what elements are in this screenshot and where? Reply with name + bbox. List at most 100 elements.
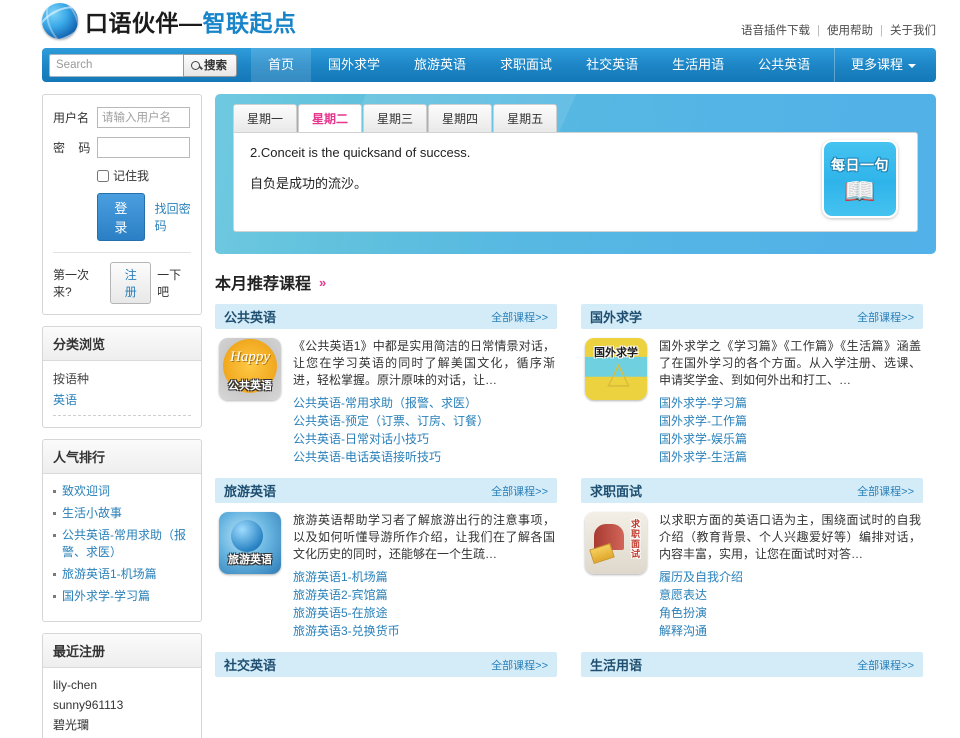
list-item[interactable]: 国外求学-学习篇 <box>53 588 191 605</box>
remember-me-label: 记住我 <box>113 169 150 183</box>
forgot-password-link[interactable]: 找回密码 <box>155 200 191 234</box>
popular-link-1[interactable]: 致欢迎词 <box>62 484 110 498</box>
login-panel: 用户名 密 码 记住我 登录 找回密码 第一次来? 注册 一下吧 <box>42 94 202 315</box>
all-courses-link[interactable]: 全部课程>> <box>491 483 548 499</box>
course-thumbnail[interactable]: 旅游英语 <box>219 512 281 574</box>
course-link[interactable]: 公共英语-常用求助（报警、求医） <box>293 394 555 412</box>
quote-english: 2.Conceit is the quicksand of success. <box>250 145 471 160</box>
list-item[interactable]: 生活小故事 <box>53 505 191 522</box>
list-item: sunny961113 <box>53 698 124 712</box>
course-link[interactable]: 解释沟通 <box>659 622 921 640</box>
recent-registrations-body: lily-chen sunny961113 碧光瓓 Sherry zcddfxy <box>43 668 201 738</box>
course-link[interactable]: 旅游英语5-在旅途 <box>293 604 555 622</box>
more-courses-label: 更多课程 <box>850 57 903 72</box>
nav-item-study-abroad[interactable]: 国外求学 <box>311 48 397 82</box>
course-link[interactable]: 旅游英语2-宾馆篇 <box>293 586 555 604</box>
remember-me-checkbox[interactable] <box>97 169 109 182</box>
logo-text-blue: 智联起点 <box>202 10 297 36</box>
course-link[interactable]: 旅游英语1-机场篇 <box>293 568 555 586</box>
course-card-social-english: 社交英语 全部课程>> <box>215 652 557 677</box>
tab-monday[interactable]: 星期一 <box>233 104 298 132</box>
course-link[interactable]: 旅游英语3-兑换货币 <box>293 622 555 640</box>
popular-link-2[interactable]: 生活小故事 <box>62 506 122 520</box>
nav-item-job-interview[interactable]: 求职面试 <box>483 48 569 82</box>
category-browse-title: 分类浏览 <box>43 327 201 361</box>
card-body: 求职面试 以求职方面的英语口语为主，围绕面试时的自我介绍（教育背景、个人兴趣爱好… <box>581 503 923 640</box>
course-grid: 公共英语 全部课程>> Happy 公共英语 《公共英语1》中都是实用简洁的日常… <box>215 304 936 677</box>
globe-icon <box>231 520 263 552</box>
card-body: 旅游英语 旅游英语帮助学习者了解旅游出行的注意事项，以及如何听懂导游所作介绍，让… <box>215 503 557 640</box>
register-button[interactable]: 注册 <box>110 262 152 304</box>
tab-wednesday[interactable]: 星期三 <box>363 104 428 132</box>
course-links: 旅游英语1-机场篇 旅游英语2-宾馆篇 旅游英语5-在旅途 旅游英语3-兑换货币 <box>293 568 555 640</box>
username-input[interactable] <box>97 107 190 128</box>
course-thumbnail[interactable]: 求职面试 <box>585 512 647 574</box>
course-description: 以求职方面的英语口语为主，围绕面试时的自我介绍（教育背景、个人兴趣爱好等）编排对… <box>659 513 921 561</box>
tab-thursday[interactable]: 星期四 <box>428 104 493 132</box>
course-link[interactable]: 公共英语-日常对话小技巧 <box>293 430 555 448</box>
thumbnail-label: 旅游英语 <box>228 554 272 566</box>
recent-registrations-title: 最近注册 <box>43 634 201 668</box>
card-header: 旅游英语 全部课程>> <box>215 478 557 503</box>
login-button[interactable]: 登录 <box>97 193 145 241</box>
course-link[interactable]: 角色扮演 <box>659 604 921 622</box>
password-input[interactable] <box>97 137 190 158</box>
top-link-plugin-download[interactable]: 语音插件下载 <box>741 25 810 37</box>
daily-quote-banner: 星期一 星期二 星期三 星期四 星期五 2.Conceit is the qui… <box>215 94 936 254</box>
top-utility-links: 语音插件下载 | 使用帮助 | 关于我们 <box>741 22 936 38</box>
list-item[interactable]: 公共英语-常用求助（报警、求医） <box>53 527 191 561</box>
tab-friday[interactable]: 星期五 <box>493 104 558 132</box>
course-link[interactable]: 公共英语-预定（订票、订房、订餐） <box>293 412 555 430</box>
course-link[interactable]: 国外求学-学习篇 <box>659 394 921 412</box>
top-link-about-us[interactable]: 关于我们 <box>890 25 936 37</box>
card-header: 公共英语 全部课程>> <box>215 304 557 329</box>
nav-item-social-english[interactable]: 社交英语 <box>569 48 655 82</box>
course-thumbnail[interactable]: 国外求学 △ <box>585 338 647 400</box>
list-item[interactable]: 致欢迎词 <box>53 483 191 500</box>
course-card-public-english: 公共英语 全部课程>> Happy 公共英语 《公共英语1》中都是实用简洁的日常… <box>215 304 557 466</box>
course-links: 国外求学-学习篇 国外求学-工作篇 国外求学-娱乐篇 国外求学-生活篇 <box>659 394 921 466</box>
popular-link-5[interactable]: 国外求学-学习篇 <box>62 589 150 603</box>
course-link[interactable]: 国外求学-娱乐篇 <box>659 430 921 448</box>
list-item[interactable]: 旅游英语1-机场篇 <box>53 566 191 583</box>
daily-sentence-badge-title: 每日一句 <box>831 156 889 173</box>
popular-link-3[interactable]: 公共英语-常用求助（报警、求医） <box>62 528 186 559</box>
all-courses-link[interactable]: 全部课程>> <box>857 483 914 499</box>
nav-item-travel-english[interactable]: 旅游英语 <box>397 48 483 82</box>
course-card-daily-phrases: 生活用语 全部课程>> <box>581 652 923 677</box>
course-link[interactable]: 国外求学-生活篇 <box>659 448 921 466</box>
nav-item-daily-phrases[interactable]: 生活用语 <box>655 48 741 82</box>
course-link[interactable]: 公共英语-电话英语接听技巧 <box>293 448 555 466</box>
top-link-help[interactable]: 使用帮助 <box>827 25 873 37</box>
recent-registrations-list: lily-chen sunny961113 碧光瓓 Sherry zcddfxy <box>53 677 191 738</box>
weekday-tabs: 星期一 星期二 星期三 星期四 星期五 <box>233 104 936 132</box>
course-link[interactable]: 意愿表达 <box>659 586 921 604</box>
course-thumbnail[interactable]: Happy 公共英语 <box>219 338 281 400</box>
course-description: 《公共英语1》中都是实用简洁的日常情景对话，让您在学习英语的同时了解美国文化，循… <box>293 339 555 387</box>
username-row: 用户名 <box>53 107 191 128</box>
search-icon <box>191 60 200 70</box>
course-card-study-abroad: 国外求学 全部课程>> 国外求学 △ 国外求学之《学习篇》《工作篇》《生活篇》涵… <box>581 304 923 466</box>
search-button[interactable]: 搜索 <box>183 53 237 77</box>
card-title: 生活用语 <box>590 658 643 673</box>
card-title: 旅游英语 <box>224 484 277 499</box>
category-link-english[interactable]: 英语 <box>53 391 191 408</box>
nav-item-home[interactable]: 首页 <box>251 48 312 82</box>
course-link[interactable]: 履历及自我介绍 <box>659 568 921 586</box>
site-header: 口语伙伴—智联起点 语音插件下载 | 使用帮助 | 关于我们 <box>0 0 960 45</box>
card-title: 求职面试 <box>590 484 643 499</box>
more-courses-menu[interactable]: 更多课程 <box>833 48 930 82</box>
daily-sentence-badge: 每日一句 📖 <box>822 140 898 218</box>
course-link[interactable]: 国外求学-工作篇 <box>659 412 921 430</box>
all-courses-link[interactable]: 全部课程>> <box>857 309 914 325</box>
tab-tuesday[interactable]: 星期二 <box>298 104 363 132</box>
all-courses-link[interactable]: 全部课程>> <box>491 309 548 325</box>
site-logo[interactable]: 口语伙伴—智联起点 <box>42 3 297 39</box>
all-courses-link[interactable]: 全部课程>> <box>491 657 548 673</box>
search-input[interactable] <box>49 53 183 77</box>
nav-item-public-english[interactable]: 公共英语 <box>741 48 827 82</box>
all-courses-link[interactable]: 全部课程>> <box>857 657 914 673</box>
main-content: 星期一 星期二 星期三 星期四 星期五 2.Conceit is the qui… <box>215 94 936 738</box>
popular-link-4[interactable]: 旅游英语1-机场篇 <box>62 567 157 581</box>
list-item: lily-chen <box>53 678 98 692</box>
